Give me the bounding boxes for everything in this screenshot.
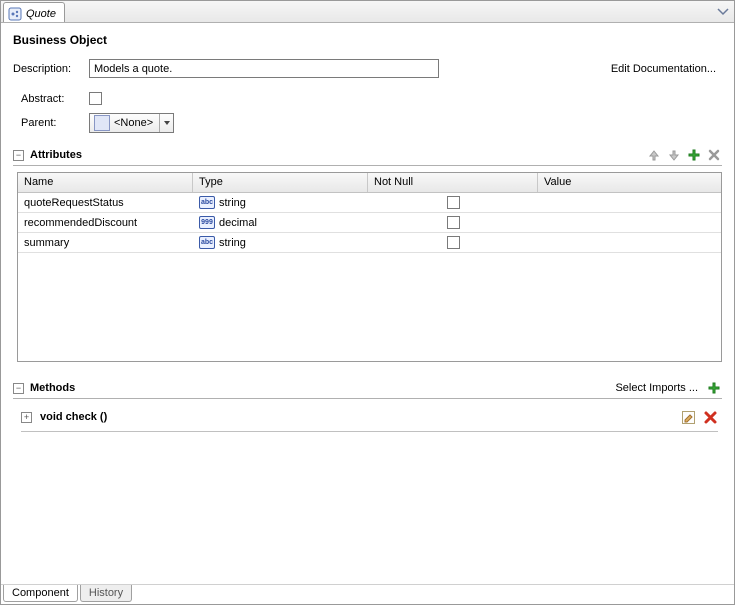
parent-select[interactable]: <None>: [89, 113, 174, 133]
editor-tab-bar: Quote: [1, 1, 734, 23]
attr-type-label: decimal: [219, 217, 257, 229]
table-row[interactable]: quoteRequestStatus abc string: [18, 193, 721, 213]
attr-name-cell: quoteRequestStatus: [18, 195, 193, 211]
tab-history[interactable]: History: [80, 585, 132, 602]
abstract-label: Abstract:: [21, 93, 81, 105]
add-method-icon[interactable]: [706, 380, 722, 396]
methods-body: + void check (): [13, 399, 722, 432]
attributes-table-header: Name Type Not Null Value: [18, 173, 721, 193]
minimize-icon[interactable]: [716, 4, 730, 18]
attr-type-cell: abc string: [193, 234, 368, 251]
methods-section-header: − Methods Select Imports ...: [13, 380, 722, 399]
methods-actions: Select Imports ...: [615, 380, 722, 396]
delete-method-icon[interactable]: [702, 409, 718, 425]
attr-value-cell: [538, 241, 721, 245]
string-type-icon: abc: [199, 236, 215, 249]
column-header-value[interactable]: Value: [538, 173, 721, 192]
select-imports-link[interactable]: Select Imports ...: [615, 382, 698, 394]
attributes-table: Name Type Not Null Value quoteRequestSta…: [17, 172, 722, 362]
notnull-checkbox[interactable]: [447, 236, 460, 249]
string-type-icon: abc: [199, 196, 215, 209]
decimal-type-icon: 999: [199, 216, 215, 229]
column-header-name[interactable]: Name: [18, 173, 193, 192]
expand-toggle[interactable]: +: [21, 412, 32, 423]
edit-documentation-link[interactable]: Edit Documentation...: [611, 63, 722, 75]
add-attribute-icon[interactable]: [686, 147, 702, 163]
object-icon: [94, 115, 110, 131]
abstract-checkbox[interactable]: [89, 92, 102, 105]
chevron-down-icon: [159, 114, 173, 132]
parent-row: Parent: <None>: [13, 113, 722, 133]
column-header-notnull[interactable]: Not Null: [368, 173, 538, 192]
edit-method-icon[interactable]: [680, 409, 696, 425]
attributes-section-header: − Attributes: [13, 147, 722, 166]
attr-value-cell: [538, 201, 721, 205]
attr-type-label: string: [219, 197, 246, 209]
attributes-actions: [646, 147, 722, 163]
column-header-type[interactable]: Type: [193, 173, 368, 192]
editor-tab-quote[interactable]: Quote: [3, 2, 65, 22]
method-signature[interactable]: void check (): [40, 411, 107, 423]
description-input[interactable]: [89, 59, 439, 78]
abstract-row: Abstract:: [13, 92, 722, 105]
description-label: Description:: [13, 63, 81, 75]
business-object-icon: [8, 7, 22, 21]
description-row: Description: Edit Documentation...: [13, 59, 722, 78]
attr-notnull-cell: [368, 234, 538, 251]
bottom-tab-bar: Component History: [1, 584, 734, 604]
method-row: + void check (): [21, 409, 718, 432]
attr-name-cell: recommendedDiscount: [18, 215, 193, 231]
attr-type-cell: abc string: [193, 194, 368, 211]
notnull-checkbox[interactable]: [447, 216, 460, 229]
collapse-toggle[interactable]: −: [13, 150, 24, 161]
page-title: Business Object: [13, 33, 722, 47]
attr-type-cell: 999 decimal: [193, 214, 368, 231]
table-row[interactable]: summary abc string: [18, 233, 721, 253]
attr-notnull-cell: [368, 194, 538, 211]
editor-tab-label: Quote: [26, 8, 56, 20]
parent-value: <None>: [114, 117, 159, 129]
table-row[interactable]: recommendedDiscount 999 decimal: [18, 213, 721, 233]
methods-section-label: Methods: [30, 382, 75, 394]
notnull-checkbox[interactable]: [447, 196, 460, 209]
move-up-icon[interactable]: [646, 147, 662, 163]
editor-content: Business Object Description: Edit Docume…: [1, 23, 734, 432]
attributes-section-label: Attributes: [30, 149, 82, 161]
delete-attribute-icon[interactable]: [706, 147, 722, 163]
attr-notnull-cell: [368, 214, 538, 231]
collapse-toggle[interactable]: −: [13, 383, 24, 394]
attr-value-cell: [538, 221, 721, 225]
method-actions: [680, 409, 718, 425]
attr-type-label: string: [219, 237, 246, 249]
move-down-icon[interactable]: [666, 147, 682, 163]
attr-name-cell: summary: [18, 235, 193, 251]
parent-label: Parent:: [21, 117, 81, 129]
tab-component[interactable]: Component: [3, 585, 78, 602]
